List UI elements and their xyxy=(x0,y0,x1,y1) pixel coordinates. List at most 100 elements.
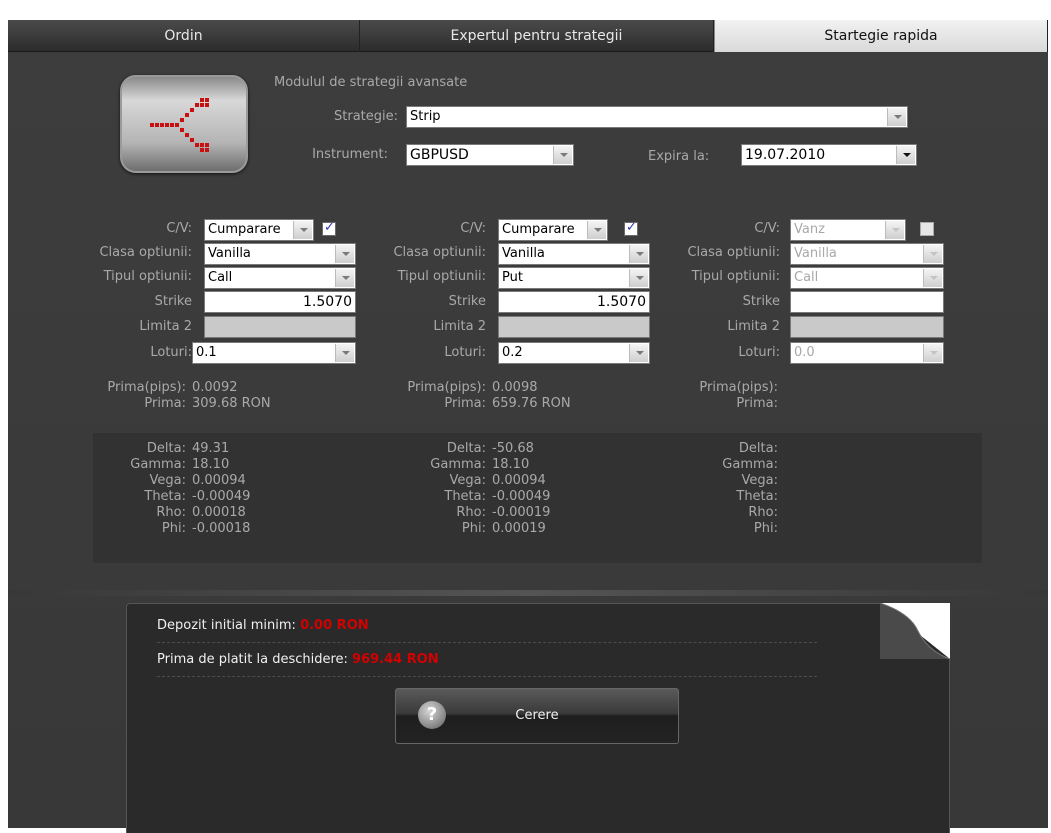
delta-label: Delta: xyxy=(446,441,486,456)
leg3-lots-select[interactable]: 0.0 xyxy=(790,342,944,364)
strategy-value: Strip xyxy=(410,109,441,124)
prima-pips-label: Prima(pips): xyxy=(107,380,186,395)
leg2-prima: 659.76 RON xyxy=(492,396,571,411)
lots-label: Loturi: xyxy=(738,345,780,360)
instrument-select[interactable]: GBPUSD xyxy=(406,144,574,166)
option-class-label: Clasa optiunii: xyxy=(393,245,486,260)
leg3-cv-value: Vanz xyxy=(794,222,825,237)
leg2-lots-value: 0.2 xyxy=(502,345,523,360)
greek-labels-1: Delta: Gamma: Vega: Theta: Rho: Phi: xyxy=(98,441,186,537)
gamma-label: Gamma: xyxy=(130,457,186,472)
option-class-label: Clasa optiunii: xyxy=(687,245,780,260)
leg1-lots-value: 0.1 xyxy=(196,345,217,360)
greek-values-1: 49.31 18.10 0.00094 -0.00049 0.00018 -0.… xyxy=(192,441,250,537)
leg2-phi: 0.00019 xyxy=(492,521,546,536)
prima-label: Prima: xyxy=(144,396,186,411)
strategy-module-logo xyxy=(120,75,248,173)
premium-row: Prima de platit la deschidere: 969.44 RO… xyxy=(157,652,439,667)
theta-label: Theta: xyxy=(444,489,486,504)
leg3-option-class-select[interactable]: Vanilla xyxy=(790,243,944,265)
leg2-theta: -0.00049 xyxy=(492,489,551,504)
leg2-vega: 0.00094 xyxy=(492,473,546,488)
leg2-gamma: 18.10 xyxy=(492,457,530,472)
leg2-delta: -50.68 xyxy=(492,441,534,456)
leg2-cv-value: Cumparare xyxy=(502,222,575,237)
prima-pips-label: Prima(pips): xyxy=(699,380,778,395)
option-type-label: Tipul optiunii: xyxy=(103,269,192,284)
option-type-label: Tipul optiunii: xyxy=(691,269,780,284)
leg2-option-type-value: Put xyxy=(502,270,523,285)
module-title: Modulul de strategii avansate xyxy=(274,75,468,90)
vega-label: Vega: xyxy=(149,473,186,488)
option-type-label: Tipul optiunii: xyxy=(397,269,486,284)
leg3-lots-value: 0.0 xyxy=(794,345,815,360)
lots-label: Loturi: xyxy=(150,345,192,360)
chevron-down-icon[interactable] xyxy=(923,269,942,287)
quick-strategy-panel: Modulul de strategii avansate Strategie:… xyxy=(8,53,1048,833)
leg3-option-type-select[interactable]: Call xyxy=(790,267,944,289)
leg3-strike-input[interactable] xyxy=(790,291,944,313)
leg1-gamma: 18.10 xyxy=(192,457,230,472)
row-separator xyxy=(157,642,817,643)
leg3-option-type-value: Call xyxy=(794,270,819,285)
min-deposit-row: Depozit initial minim: 0.00 RON xyxy=(157,618,369,633)
leg1-rho: 0.00018 xyxy=(192,505,246,520)
lots-label: Loturi: xyxy=(444,345,486,360)
prima-label: Prima: xyxy=(736,396,778,411)
theta-label: Theta: xyxy=(144,489,186,504)
chevron-down-icon[interactable] xyxy=(923,344,942,362)
limit2-label: Limita 2 xyxy=(727,319,780,334)
limit2-label: Limita 2 xyxy=(139,319,192,334)
tab-quick-strategy[interactable]: Startegie rapida xyxy=(714,20,1048,52)
phi-label: Phi: xyxy=(461,521,486,536)
tab-bar: Ordin Expertul pentru strategii Startegi… xyxy=(8,20,1048,52)
expiry-date-picker[interactable]: 19.07.2010 xyxy=(741,144,917,166)
strategy-arrows-icon xyxy=(150,98,209,152)
expiry-value: 19.07.2010 xyxy=(745,147,826,163)
rho-label: Rho: xyxy=(156,505,186,520)
rho-label: Rho: xyxy=(456,505,486,520)
leg3-limit2-input[interactable] xyxy=(790,316,944,338)
strike-label: Strike xyxy=(448,294,486,309)
vega-label: Vega: xyxy=(449,473,486,488)
greek-labels-2: Delta: Gamma: Vega: Theta: Rho: Phi: xyxy=(388,441,486,537)
leg1-prima-pips: 0.0092 xyxy=(192,380,238,395)
chevron-down-icon[interactable] xyxy=(885,221,904,239)
min-deposit-value: 0.00 RON xyxy=(300,618,369,633)
vega-label: Vega: xyxy=(741,473,778,488)
leg1-prima: 309.68 RON xyxy=(192,396,271,411)
tab-ordin[interactable]: Ordin xyxy=(8,20,360,52)
strategy-select[interactable]: Strip xyxy=(406,106,908,128)
cv-label: C/V: xyxy=(460,221,486,236)
leg3-enable-checkbox[interactable] xyxy=(920,222,934,236)
request-button[interactable]: ? Cerere xyxy=(395,688,679,744)
leg1-option-class-value: Vanilla xyxy=(208,246,251,261)
request-button-label: Cerere xyxy=(515,708,559,723)
greek-values-2: -50.68 18.10 0.00094 -0.00049 -0.00019 0… xyxy=(492,441,550,537)
strike-label: Strike xyxy=(742,294,780,309)
phi-label: Phi: xyxy=(161,521,186,536)
greek-labels-3: Delta: Gamma: Vega: Theta: Rho: Phi: xyxy=(680,441,778,537)
option-class-label: Clasa optiunii: xyxy=(99,245,192,260)
chevron-down-icon[interactable] xyxy=(887,108,906,126)
prima-pips-label: Prima(pips): xyxy=(407,380,486,395)
leg2-prima-pips: 0.0098 xyxy=(492,380,538,395)
cv-label: C/V: xyxy=(754,221,780,236)
calendar-dropdown-icon[interactable] xyxy=(896,146,915,164)
expiry-label: Expira la: xyxy=(648,149,710,164)
delta-label: Delta: xyxy=(146,441,186,456)
leg1-vega: 0.00094 xyxy=(192,473,246,488)
order-summary-card: Depozit initial minim: 0.00 RON Prima de… xyxy=(126,603,950,833)
chevron-down-icon[interactable] xyxy=(923,245,942,263)
leg2-rho: -0.00019 xyxy=(492,505,551,520)
row-separator xyxy=(157,676,817,677)
chevron-down-icon[interactable] xyxy=(553,146,572,164)
min-deposit-label: Depozit initial minim: xyxy=(157,618,296,633)
tab-strategy-expert[interactable]: Expertul pentru strategii xyxy=(360,20,714,52)
premium-label: Prima de platit la deschidere: xyxy=(157,652,348,667)
leg3-cv-select[interactable]: Vanz xyxy=(790,219,906,241)
leg3-option-class-value: Vanilla xyxy=(794,246,837,261)
cv-label: C/V: xyxy=(166,221,192,236)
phi-label: Phi: xyxy=(753,521,778,536)
prima-label: Prima: xyxy=(444,396,486,411)
